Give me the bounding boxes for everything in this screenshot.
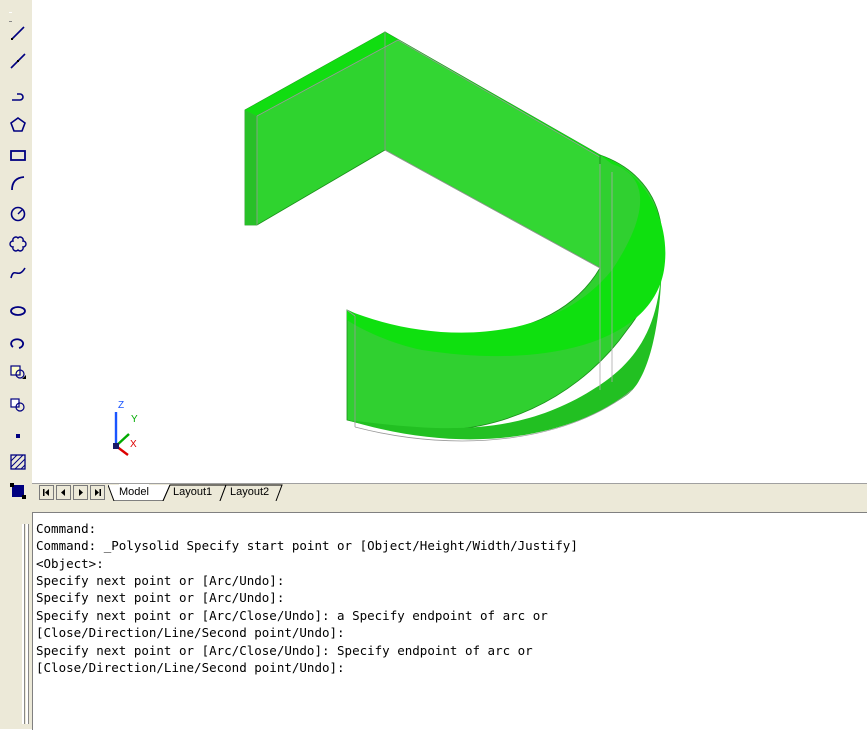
tab-layout1[interactable]: Layout1: [173, 484, 212, 500]
draw-toolbar: [0, 0, 32, 512]
splitter[interactable]: [0, 501, 867, 512]
make-block-icon[interactable]: [8, 394, 28, 416]
ellipse-icon[interactable]: [8, 300, 28, 322]
ucs-icon: Z Y X: [113, 400, 138, 456]
spline-icon[interactable]: [8, 262, 28, 284]
line-icon[interactable]: [8, 22, 28, 44]
toolbar-grip[interactable]: [9, 12, 12, 22]
rectangle-icon[interactable]: [8, 144, 28, 166]
ellipse-arc-icon[interactable]: [8, 333, 28, 355]
next-tab-button[interactable]: [73, 485, 88, 500]
arc-icon[interactable]: [8, 172, 28, 194]
region-icon[interactable]: [8, 480, 28, 502]
model-viewport[interactable]: Z Y X: [32, 0, 867, 483]
previous-tab-button[interactable]: [56, 485, 71, 500]
command-line: Specify next point or [Arc/Close/Undo]: …: [36, 608, 548, 623]
tab-layout2[interactable]: Layout2: [230, 484, 269, 500]
polygon-icon[interactable]: [8, 114, 28, 136]
next-icon: [79, 489, 83, 496]
insert-block-icon[interactable]: [8, 361, 28, 383]
ucs-z-label: Z: [118, 400, 124, 411]
tab-model[interactable]: Model: [119, 484, 149, 500]
last-icon: [95, 489, 101, 496]
first-tab-button[interactable]: [39, 485, 54, 500]
previous-icon: [61, 489, 65, 496]
command-line: [Close/Direction/Line/Second point/Undo]…: [36, 625, 345, 640]
command-line: <Object>:: [36, 556, 104, 571]
polyline-icon[interactable]: [8, 84, 28, 106]
hatch-icon[interactable]: [8, 451, 28, 473]
construction-line-icon[interactable]: [8, 50, 28, 72]
command-line: Specify next point or [Arc/Close/Undo]: …: [36, 643, 533, 658]
last-tab-button[interactable]: [90, 485, 105, 500]
layout-tab-bar: Model Layout1 Layout2: [32, 483, 867, 502]
command-line: Command:: [36, 521, 97, 536]
revision-cloud-icon[interactable]: [8, 233, 28, 255]
command-window-grip[interactable]: [0, 512, 32, 729]
command-line: Specify next point or [Arc/Undo]:: [36, 573, 285, 588]
command-line: [Close/Direction/Line/Second point/Undo]…: [36, 660, 345, 675]
command-window[interactable]: Command: Command: _Polysolid Specify sta…: [32, 512, 867, 730]
command-line: Command: _Polysolid Specify start point …: [36, 538, 578, 553]
circle-icon[interactable]: [8, 203, 28, 225]
ucs-x-label: X: [130, 439, 137, 450]
command-line: Specify next point or [Arc/Undo]:: [36, 590, 285, 605]
ucs-y-label: Y: [131, 414, 138, 425]
point-icon[interactable]: [8, 425, 28, 447]
first-icon: [43, 489, 49, 496]
